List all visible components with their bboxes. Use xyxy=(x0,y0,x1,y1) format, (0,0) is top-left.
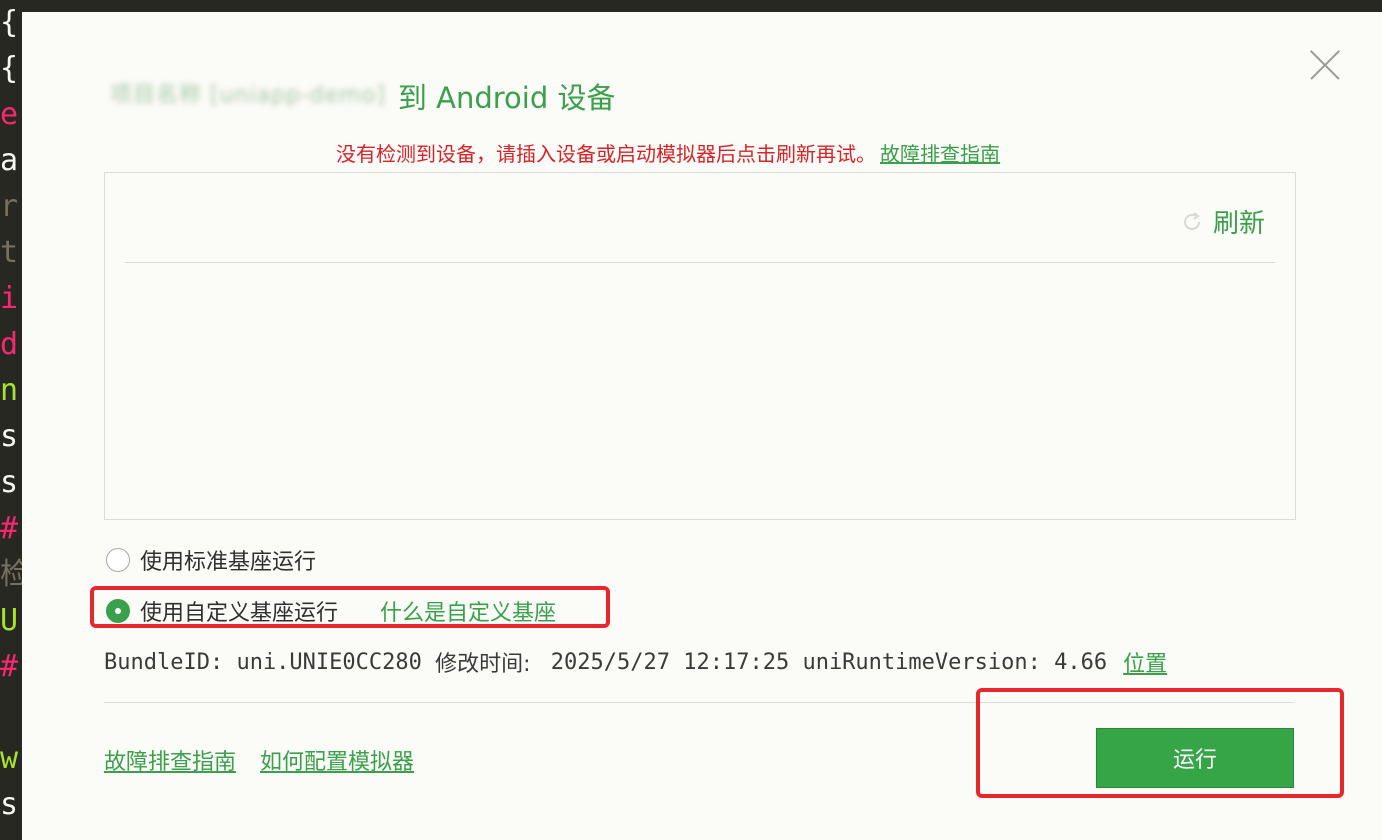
code-char: { xyxy=(0,51,19,86)
code-char: U xyxy=(0,603,19,638)
code-char: s xyxy=(0,787,19,822)
code-char: d xyxy=(0,327,19,362)
bundle-info: BundleID: uni.UNIE0CC280 修改时间: 2025/5/27… xyxy=(104,646,1167,678)
notice-text: 没有检测到设备，请插入设备或启动模拟器后点击刷新再试。 xyxy=(336,142,876,166)
troubleshoot-link[interactable]: 故障排查指南 xyxy=(880,142,1000,166)
standard-base-option[interactable]: 使用标准基座运行 xyxy=(106,544,316,576)
location-link[interactable]: 位置 xyxy=(1123,646,1167,678)
modified-label: 修改时间: xyxy=(435,652,538,677)
background-code-editor: {{e a r t i d n s s # 检 U # w s xyxy=(0,0,22,840)
configure-emulator-link[interactable]: 如何配置模拟器 xyxy=(260,744,414,776)
code-char: i xyxy=(0,281,19,316)
code-char: s xyxy=(0,419,19,454)
code-char: # xyxy=(0,649,19,684)
standard-base-label: 使用标准基座运行 xyxy=(140,550,317,575)
device-list-panel: 刷新 xyxy=(104,172,1296,520)
code-char: s xyxy=(0,465,19,500)
run-to-device-dialog: 项目名称 [uniapp-demo] 到 Android 设备 没有检测到设备，… xyxy=(22,12,1382,840)
modified-value: 2025/5/27 12:17:25 uniRuntimeVersion: 4.… xyxy=(537,649,1108,675)
refresh-icon xyxy=(1184,211,1200,230)
code-char: t xyxy=(0,235,19,270)
code-char: { xyxy=(0,5,19,40)
code-char: r xyxy=(0,189,19,224)
blurred-project-name: 项目名称 [uniapp-demo] xyxy=(110,83,386,108)
bundle-id-text: BundleID: uni.UNIE0CC280 xyxy=(104,649,436,675)
code-char: # xyxy=(0,511,19,546)
refresh-label: 刷新 xyxy=(1212,209,1265,239)
footer-links: 故障排查指南 如何配置模拟器 xyxy=(104,744,438,776)
no-device-notice: 没有检测到设备，请插入设备或启动模拟器后点击刷新再试。 故障排查指南 xyxy=(336,138,1000,167)
code-char: w xyxy=(0,741,19,776)
code-char: a xyxy=(0,143,19,178)
highlight-box-run xyxy=(976,688,1344,798)
dialog-title: 项目名称 [uniapp-demo] 到 Android 设备 xyxy=(104,76,615,116)
code-char: e xyxy=(0,97,19,132)
panel-divider xyxy=(125,262,1275,263)
close-icon[interactable] xyxy=(1310,50,1340,80)
title-text: 到 Android 设备 xyxy=(397,81,616,115)
code-char: 检 xyxy=(0,557,22,592)
code-char: n xyxy=(0,373,19,408)
radio-standard[interactable] xyxy=(106,548,130,572)
highlight-box-custom-base xyxy=(90,586,610,628)
footer-troubleshoot-link[interactable]: 故障排查指南 xyxy=(104,744,236,776)
refresh-button[interactable]: 刷新 xyxy=(1181,203,1265,240)
